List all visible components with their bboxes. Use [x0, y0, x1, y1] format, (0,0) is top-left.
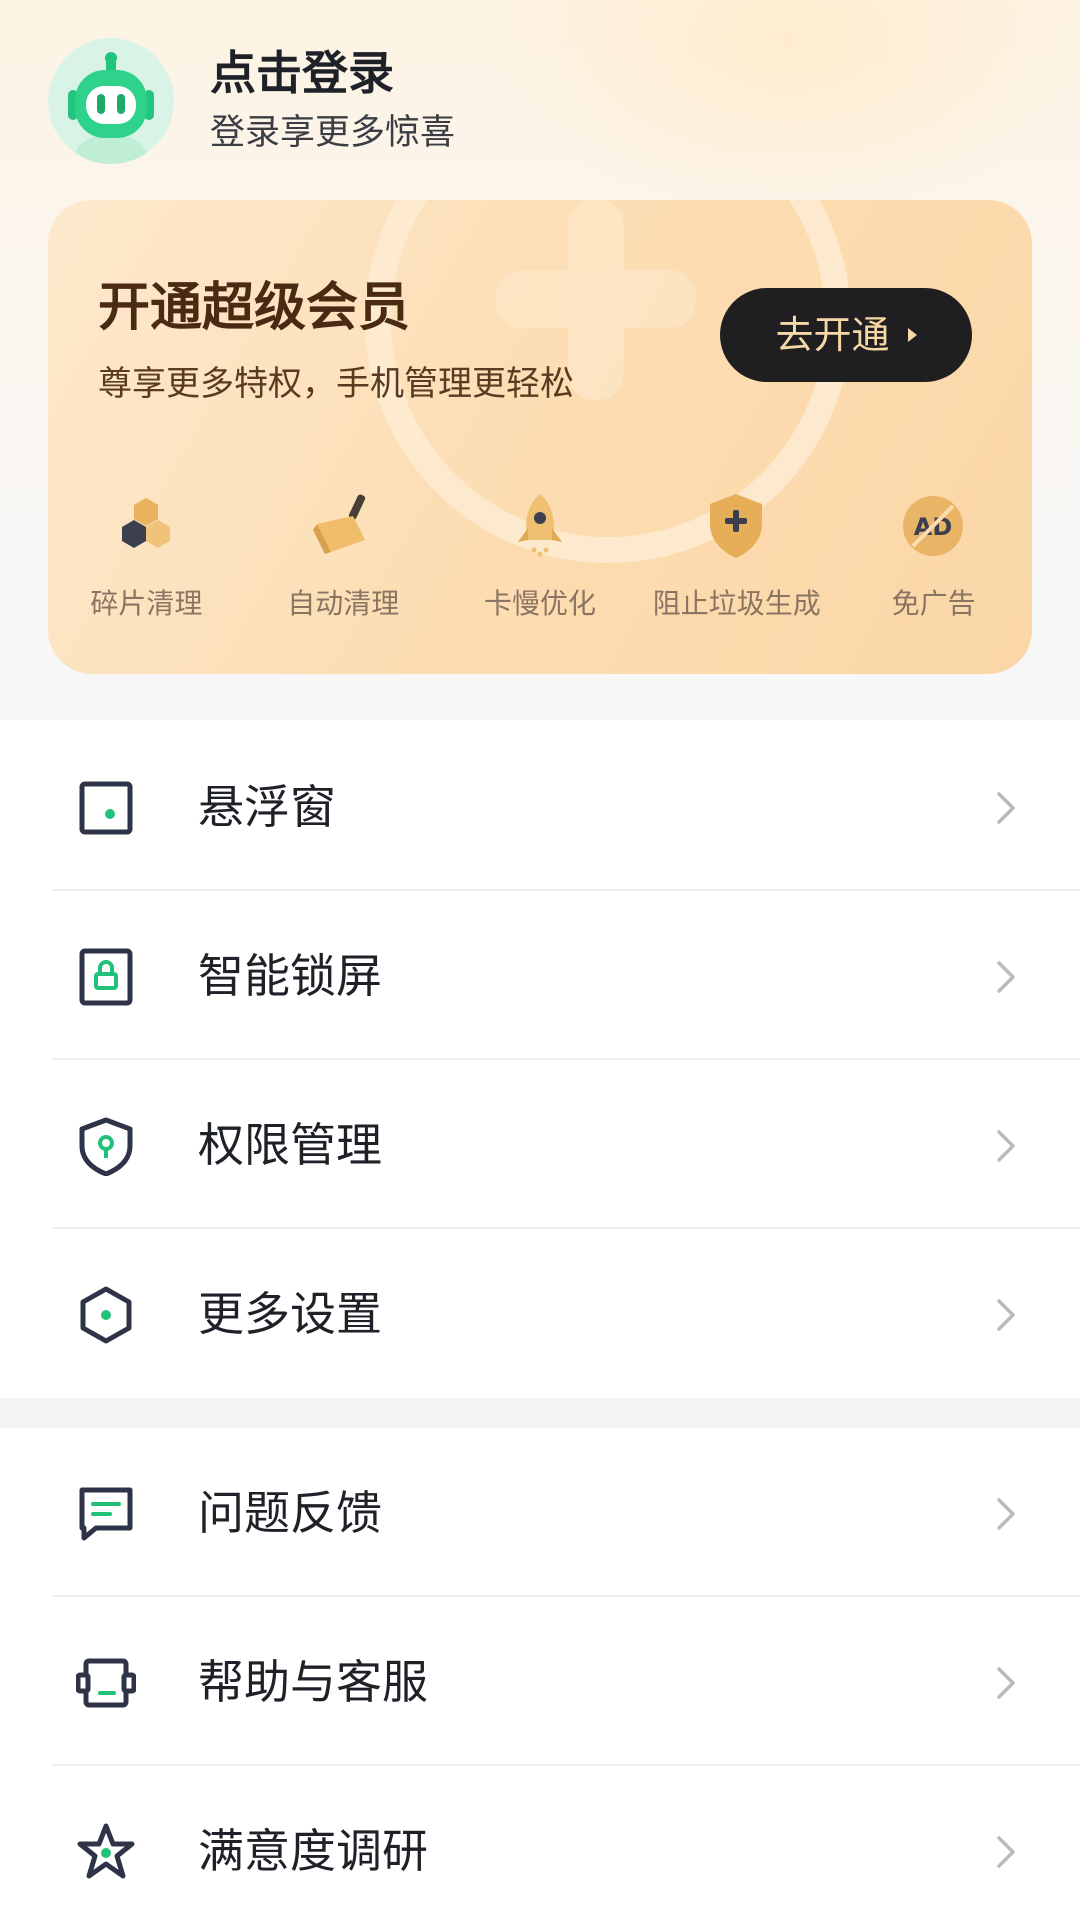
activate-vip-label: 去开通: [775, 313, 890, 357]
menu-item-permissions[interactable]: 权限管理: [0, 1060, 1080, 1229]
chevron-right-icon: [997, 1498, 1015, 1530]
header-area: 点击登录 登录享更多惊喜 开通超级会员 尊享更多特权，手机管理更轻松 去开通 碎…: [0, 0, 1080, 720]
login-texts: 点击登录 登录享更多惊喜: [210, 43, 455, 159]
menu-item-label: 权限管理: [198, 1118, 382, 1172]
chevron-right-icon: [997, 1836, 1015, 1868]
settings-group: 悬浮窗 智能锁屏 权限管理 更多设置: [0, 722, 1080, 1398]
floating-window-icon: [79, 781, 133, 835]
benefit-block-junk[interactable]: 阻止垃圾生成: [638, 480, 835, 640]
vip-benefits: 碎片清理 自动清理 卡慢优化 阻止垃圾生成 免广告: [48, 480, 1032, 640]
benefit-label: 卡慢优化: [483, 587, 596, 620]
benefit-no-ads[interactable]: AD 免广告: [835, 480, 1032, 640]
robot-avatar-icon: [68, 52, 154, 164]
menu-item-help-service[interactable]: 帮助与客服: [0, 1597, 1080, 1766]
menu-item-label: 问题反馈: [198, 1486, 382, 1540]
menu-item-label: 更多设置: [198, 1287, 382, 1341]
feedback-icon: [79, 1487, 133, 1541]
activate-vip-button[interactable]: 去开通: [720, 288, 972, 382]
vip-card[interactable]: 开通超级会员 尊享更多特权，手机管理更轻松 去开通 碎片清理 自动清理 卡慢优化…: [48, 200, 1032, 674]
chevron-right-icon: [997, 1130, 1015, 1162]
support-group: 问题反馈 帮助与客服 满意度调研: [0, 1428, 1080, 1924]
no-ad-icon: AD: [903, 496, 964, 556]
rocket-icon: [517, 494, 562, 557]
star-icon: [77, 1823, 135, 1879]
benefit-fragment-clean[interactable]: 碎片清理: [48, 480, 245, 640]
settings-hexagon-icon: [80, 1286, 132, 1344]
lock-screen-icon: [79, 948, 133, 1006]
menu-item-feedback[interactable]: 问题反馈: [0, 1428, 1080, 1597]
vip-subtitle: 尊享更多特权，手机管理更轻松: [98, 364, 574, 404]
profile-page: 点击登录 登录享更多惊喜 开通超级会员 尊享更多特权，手机管理更轻松 去开通 碎…: [0, 0, 1080, 1924]
benefit-label: 阻止垃圾生成: [652, 587, 821, 620]
chevron-right-icon: [997, 961, 1015, 993]
menu-item-label: 满意度调研: [198, 1824, 428, 1878]
benefit-label: 免广告: [891, 587, 976, 620]
permission-shield-icon: [79, 1117, 133, 1176]
menu-item-label: 悬浮窗: [198, 780, 336, 834]
login-subtitle: 登录享更多惊喜: [210, 113, 456, 153]
benefit-auto-clean[interactable]: 自动清理: [245, 480, 442, 640]
menu-item-more-settings[interactable]: 更多设置: [0, 1229, 1080, 1398]
play-arrow-icon: [907, 328, 917, 342]
chevron-right-icon: [997, 1667, 1015, 1699]
menu-item-floating-window[interactable]: 悬浮窗: [0, 722, 1080, 891]
menu-item-label: 帮助与客服: [198, 1655, 428, 1709]
shield-plus-icon: [710, 494, 763, 558]
vip-title: 开通超级会员: [98, 278, 411, 338]
benefit-label: 自动清理: [287, 587, 400, 620]
chevron-right-icon: [997, 792, 1015, 824]
benefit-label: 碎片清理: [90, 587, 203, 620]
avatar[interactable]: [48, 38, 174, 164]
login-title[interactable]: 点击登录: [210, 43, 455, 103]
chevron-right-icon: [997, 1299, 1015, 1331]
group-separator: [0, 1398, 1080, 1428]
profile-header[interactable]: 点击登录 登录享更多惊喜: [48, 38, 455, 164]
honeycomb-icon: [122, 498, 170, 548]
benefit-lag-optimize[interactable]: 卡慢优化: [442, 480, 639, 640]
customer-service-icon: [76, 1658, 136, 1708]
menu-item-smart-lock[interactable]: 智能锁屏: [0, 891, 1080, 1060]
menu-item-satisfaction-survey[interactable]: 满意度调研: [0, 1766, 1080, 1924]
menu-item-label: 智能锁屏: [198, 949, 382, 1003]
broom-icon: [312, 494, 365, 554]
